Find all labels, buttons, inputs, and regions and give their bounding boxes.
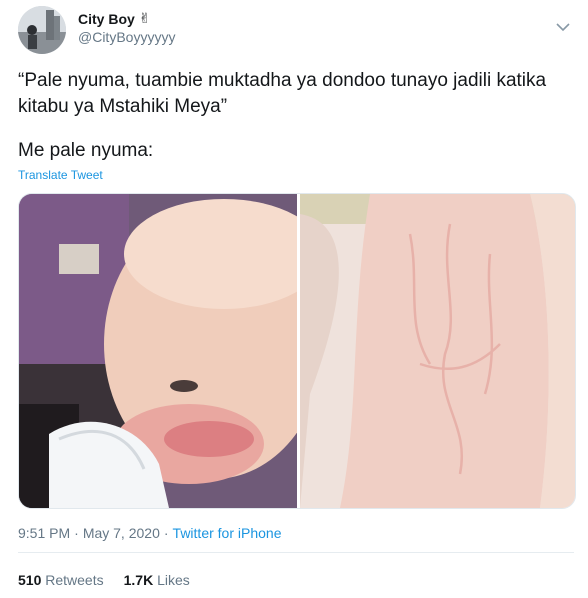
skin-marks-photo-icon [300,194,575,508]
tweet-text: “Pale nyuma, tuambie muktadha ya dondoo … [18,68,568,164]
media-grid[interactable] [18,193,576,509]
victory-hand-icon: ✌ [138,10,151,26]
meta-separator: · [74,525,79,541]
likes-count: 1.7K [123,572,154,588]
avatar[interactable] [18,6,66,54]
likes-label: Likes [157,572,190,588]
tweet-source-link[interactable]: Twitter for iPhone [173,525,282,541]
media-image-left[interactable] [19,194,324,508]
divider [18,552,574,553]
avatar-image [18,6,66,54]
translate-tweet-link[interactable]: Translate Tweet [18,168,103,182]
tweet-text-line: kitabu ya Mstahiki Meya” [18,96,228,117]
tweet-meta: 9:51 PM · May 7, 2020 · Twitter for iPho… [18,525,281,541]
retweets-count: 510 [18,572,42,588]
tweet-stats: 510 Retweets 1.7K Likes [18,572,190,588]
chevron-down-icon[interactable] [554,18,572,36]
likes-stat[interactable]: 1.7K Likes [124,572,190,588]
tweet-text-line: Me pale nyuma: [18,140,154,161]
meta-separator: · [163,525,169,541]
retweets-stat[interactable]: 510 Retweets [18,572,104,588]
author-handle[interactable]: @CityBoyyyyyy [78,29,175,45]
baby-photo-icon [19,194,324,508]
author-name-row[interactable]: City Boy ✌ [78,10,151,27]
media-image-right[interactable] [300,194,575,508]
tweet-date[interactable]: May 7, 2020 [83,525,160,541]
author-display-name[interactable]: City Boy [78,11,135,27]
tweet-text-line: “Pale nyuma, tuambie muktadha ya dondoo … [18,70,547,91]
tweet-time[interactable]: 9:51 PM [18,525,70,541]
retweets-label: Retweets [45,572,104,588]
